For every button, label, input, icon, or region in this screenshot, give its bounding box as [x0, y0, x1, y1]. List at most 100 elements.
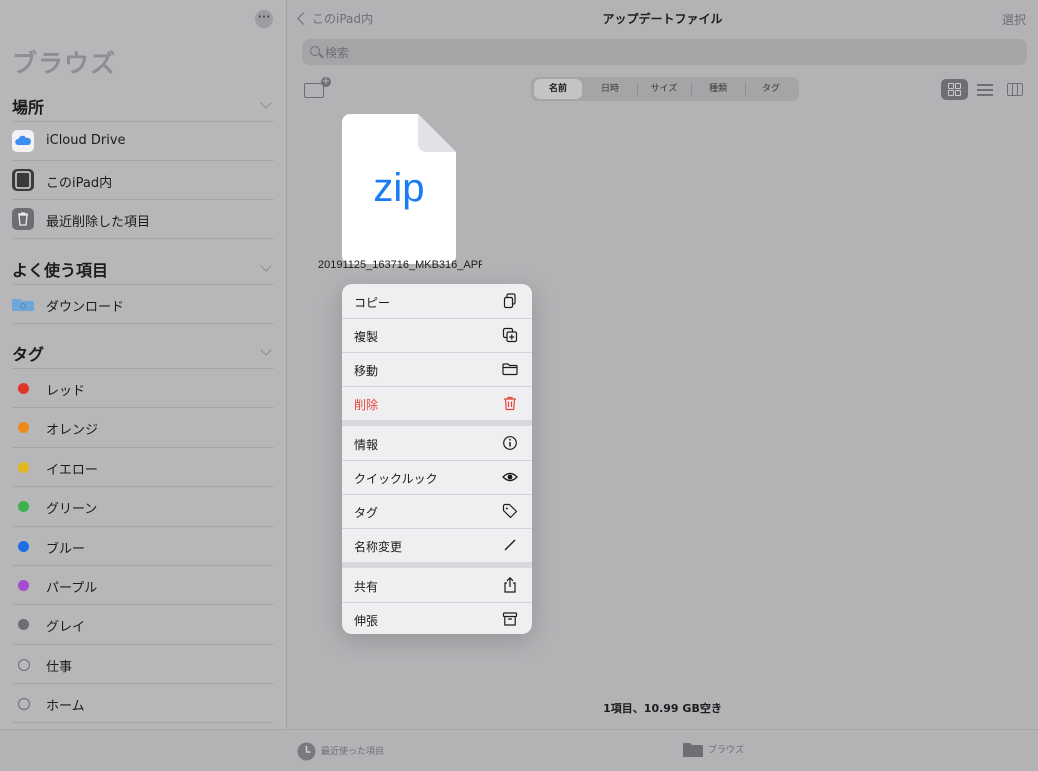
- copy-icon: [503, 293, 516, 309]
- tag-color-dot: [18, 541, 29, 552]
- sidebar-item-tag-blue[interactable]: ブルー: [12, 526, 274, 565]
- tag-empty-circle-icon: [18, 698, 30, 710]
- archive-box-icon: [502, 612, 518, 626]
- menu-item-move[interactable]: 移動: [342, 352, 532, 387]
- storage-status: 1項目、10.99 GB空き: [603, 702, 722, 715]
- sort-by-date[interactable]: 日時: [584, 79, 636, 99]
- info-icon: [503, 436, 517, 450]
- select-button[interactable]: 選択: [1002, 11, 1026, 28]
- sidebar-item-label: 仕事: [46, 660, 73, 675]
- sidebar-item-label: ホーム: [46, 699, 85, 714]
- sidebar-title: ブラウズ: [12, 49, 117, 78]
- tab-label: 最近使った項目: [321, 747, 385, 757]
- menu-item-label: 共有: [354, 580, 379, 594]
- sidebar-item-tag-work[interactable]: 仕事: [12, 644, 274, 683]
- section-locations-heading[interactable]: 場所: [12, 94, 44, 118]
- menu-item-label: 削除: [354, 398, 379, 412]
- trash-icon: [504, 396, 516, 411]
- more-options-button[interactable]: ···: [255, 10, 273, 28]
- sort-by-name[interactable]: 名前: [534, 79, 582, 99]
- context-menu: コピー 複製 移動 削除 情報 クイックルック タグ 名称変更 共有 伸張: [342, 284, 532, 634]
- tab-browse[interactable]: ブラウズ: [683, 742, 744, 758]
- sort-by-tag[interactable]: タグ: [746, 79, 796, 99]
- tab-label: ブラウズ: [708, 745, 745, 756]
- sidebar-item-label: レッド: [46, 384, 86, 399]
- chevron-down-icon[interactable]: [260, 344, 272, 356]
- divider: [12, 722, 274, 723]
- menu-item-tags[interactable]: タグ: [342, 494, 532, 529]
- sort-by-size[interactable]: サイズ: [638, 79, 690, 99]
- menu-item-label: コピー: [354, 296, 391, 310]
- tag-color-dot: [18, 462, 29, 473]
- sort-by-kind[interactable]: 種類: [692, 79, 744, 99]
- search-icon: [310, 46, 320, 56]
- chevron-down-icon[interactable]: [260, 260, 272, 272]
- tab-recents[interactable]: 最近使った項目: [297, 742, 384, 761]
- search-placeholder: 検索: [325, 46, 350, 60]
- section-tags-heading[interactable]: タグ: [12, 341, 44, 365]
- clock-icon: [297, 742, 316, 761]
- menu-item-share[interactable]: 共有: [342, 568, 532, 603]
- tag-color-dot: [18, 383, 29, 394]
- downloads-folder-icon: [12, 299, 34, 311]
- menu-item-delete[interactable]: 削除: [342, 386, 532, 420]
- menu-item-rename[interactable]: 名称変更: [342, 528, 532, 562]
- sidebar-item-tag-purple[interactable]: パープル: [12, 565, 274, 604]
- file-extension-label: zip: [373, 166, 425, 210]
- section-favorites-heading[interactable]: よく使う項目: [12, 257, 108, 281]
- menu-item-label: クイックルック: [354, 472, 438, 486]
- sidebar-item-label: イエロー: [46, 463, 98, 478]
- menu-item-label: 複製: [354, 330, 379, 344]
- sidebar-item-this-ipad[interactable]: このiPad内: [12, 160, 274, 199]
- list-view-icon[interactable]: [977, 83, 993, 97]
- tag-icon: [502, 503, 518, 519]
- sidebar-item-label: iCloud Drive: [46, 133, 126, 148]
- pencil-icon: [504, 539, 516, 551]
- sort-segmented-control[interactable]: 名前 日時 サイズ 種類 タグ: [531, 77, 799, 101]
- tag-color-dot: [18, 422, 29, 433]
- menu-item-duplicate[interactable]: 複製: [342, 318, 532, 353]
- chevron-down-icon[interactable]: [260, 97, 272, 109]
- file-name: 20191125_163716_MKB316_APP_VER_1.2.1__KE…: [318, 259, 482, 271]
- sidebar-item-tag-green[interactable]: グリーン: [12, 486, 274, 525]
- grid-view-icon[interactable]: [941, 79, 968, 100]
- folder-icon: [502, 363, 518, 376]
- sidebar-item-tag-yellow[interactable]: イエロー: [12, 447, 274, 486]
- sidebar-item-tag-red[interactable]: レッド: [12, 368, 274, 407]
- menu-item-quick-look[interactable]: クイックルック: [342, 460, 532, 495]
- menu-item-label: 伸張: [354, 614, 379, 628]
- sidebar-item-label: ダウンロード: [46, 300, 125, 315]
- sidebar-item-icloud-drive[interactable]: iCloud Drive: [12, 121, 274, 160]
- divider: [12, 238, 274, 239]
- menu-item-label: 情報: [354, 438, 379, 452]
- sidebar-item-downloads[interactable]: ダウンロード: [12, 284, 274, 323]
- sidebar-item-label: 最近削除した項目: [46, 215, 151, 230]
- icloud-icon: [12, 130, 34, 152]
- folder-icon: [683, 743, 703, 757]
- sidebar-item-label: グレイ: [46, 620, 86, 635]
- tag-color-dot: [18, 580, 29, 591]
- eye-icon: [502, 472, 518, 482]
- sidebar-item-label: パープル: [46, 581, 98, 596]
- sidebar-item-tag-orange[interactable]: オレンジ: [12, 407, 274, 446]
- sidebar-item-label: このiPad内: [46, 176, 113, 191]
- new-folder-button[interactable]: +: [304, 77, 331, 98]
- folder-title: アップデートファイル: [602, 12, 723, 26]
- trash-icon: [12, 208, 34, 230]
- menu-item-uncompress[interactable]: 伸張: [342, 602, 532, 634]
- share-icon: [504, 577, 516, 593]
- sidebar-item-tag-home[interactable]: ホーム: [12, 683, 274, 722]
- sidebar-item-label: ブルー: [46, 542, 86, 557]
- duplicate-icon: [502, 327, 518, 343]
- menu-item-copy[interactable]: コピー: [342, 284, 532, 319]
- search-field[interactable]: 検索: [302, 39, 1027, 65]
- divider: [12, 323, 274, 324]
- sidebar-item-recently-deleted[interactable]: 最近削除した項目: [12, 199, 274, 238]
- zip-file-icon[interactable]: zip: [342, 114, 456, 264]
- menu-item-label: 名称変更: [354, 540, 403, 554]
- sidebar-item-label: オレンジ: [46, 423, 99, 438]
- sidebar-item-tag-gray[interactable]: グレイ: [12, 604, 274, 643]
- column-view-icon[interactable]: [1007, 83, 1023, 96]
- plus-icon: +: [321, 76, 331, 87]
- menu-item-info[interactable]: 情報: [342, 426, 532, 461]
